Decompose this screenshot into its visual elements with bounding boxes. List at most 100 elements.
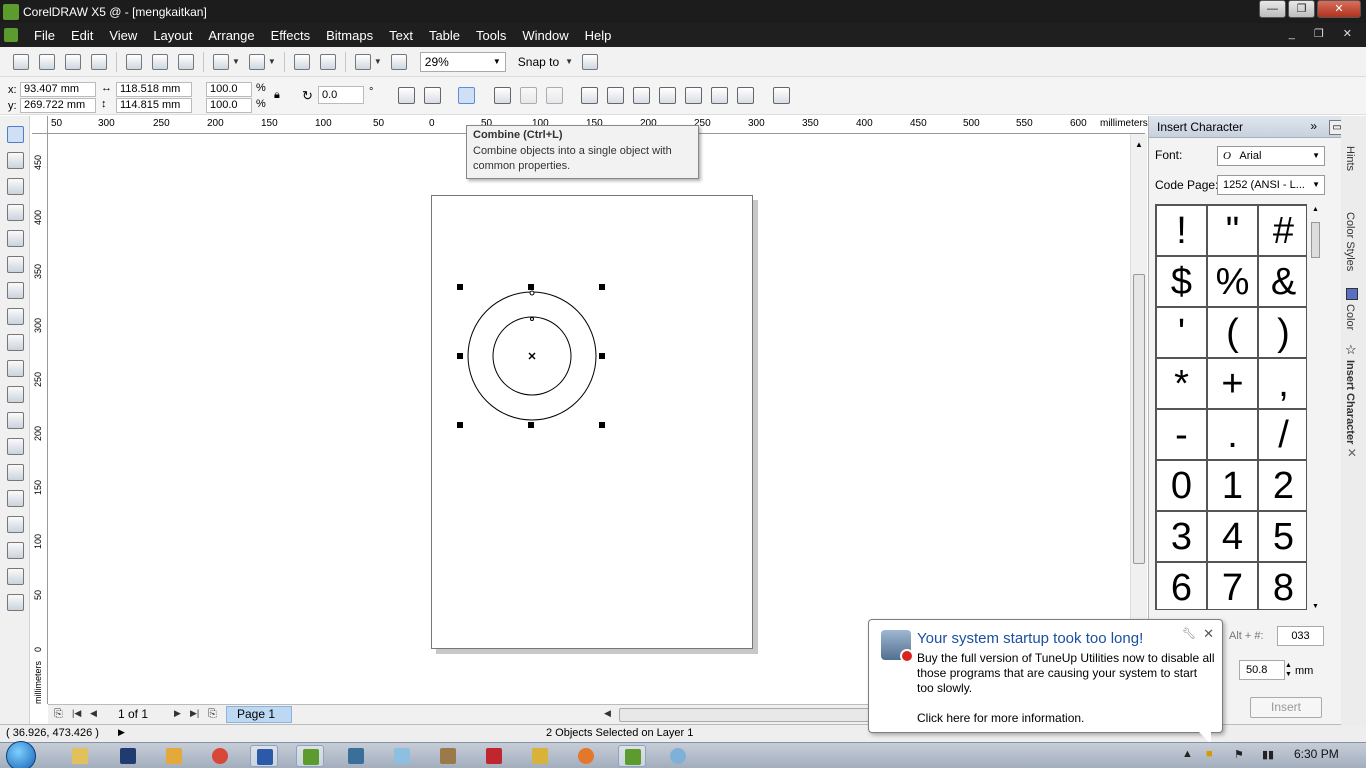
taskbar-notepad[interactable]	[388, 745, 416, 767]
close-icon[interactable]: ✕	[1203, 626, 1214, 642]
character-cell[interactable]: .	[1207, 409, 1258, 460]
character-grid[interactable]: ! " # $ % & ' ( ) * + , - . / 0 1 2 3 4 …	[1155, 204, 1307, 610]
coreldraw-icon	[625, 749, 641, 765]
taskbar-chrome[interactable]	[206, 745, 234, 767]
selection-handle[interactable]	[599, 422, 605, 428]
character-cell[interactable]: +	[1207, 358, 1258, 409]
previous-page-icon[interactable]: ◀	[90, 708, 97, 719]
character-cell[interactable]: 8	[1258, 562, 1306, 609]
character-cell[interactable]: %	[1207, 256, 1258, 307]
combine-tooltip: Combine (Ctrl+L) Combine objects into a …	[466, 125, 699, 179]
photoshop-icon	[120, 748, 136, 764]
start-button[interactable]	[6, 741, 36, 768]
character-cell[interactable]: "	[1207, 205, 1258, 256]
tab-color-styles[interactable]: Color Styles	[1344, 212, 1356, 271]
options-icon[interactable]: 🔧︎	[1182, 627, 1196, 640]
tooltip-body: Combine objects into a single object wit…	[473, 145, 672, 172]
character-cell[interactable]: 3	[1156, 511, 1207, 562]
close-tab-icon[interactable]: ✕	[1347, 446, 1357, 460]
node-handle[interactable]	[530, 317, 534, 321]
character-cell[interactable]: )	[1258, 307, 1306, 358]
selection-handle[interactable]	[528, 284, 534, 290]
add-page-before-icon[interactable]: ⎘	[54, 708, 63, 721]
page-tab[interactable]: Page 1	[226, 706, 292, 723]
scroll-left-icon[interactable]: ◀	[604, 708, 611, 719]
network-icon[interactable]: ▮▮	[1262, 748, 1274, 761]
character-cell[interactable]: 2	[1258, 460, 1306, 511]
selection-handle[interactable]	[457, 422, 463, 428]
scroll-down-icon[interactable]: ▼	[1312, 603, 1319, 610]
chevron-down-icon: ▼	[1312, 180, 1320, 189]
tuneup-notification-balloon[interactable]: Your system startup took too long! Buy t…	[868, 619, 1223, 744]
character-cell[interactable]: 7	[1207, 562, 1258, 609]
selection-handle[interactable]	[528, 422, 534, 428]
docker-header: Insert Character »	[1149, 116, 1341, 138]
taskbar-editor[interactable]	[526, 745, 554, 767]
last-page-icon[interactable]: ▶|	[190, 708, 199, 719]
taskbar-firefox[interactable]	[572, 745, 600, 767]
selection-handle[interactable]	[457, 353, 463, 359]
character-grid-scrollbar[interactable]: ▲ ▼	[1309, 204, 1323, 610]
taskbar-explorer[interactable]	[66, 745, 94, 767]
taskbar-flash[interactable]	[480, 745, 508, 767]
character-cell[interactable]: #	[1258, 205, 1306, 256]
tuneup-tray-icon[interactable]: ■	[1206, 748, 1213, 760]
app-icon	[348, 748, 364, 764]
color-swatch-icon	[1346, 288, 1358, 300]
selection-handle[interactable]	[599, 353, 605, 359]
center-marker[interactable]	[528, 352, 536, 360]
expand-docker-icon[interactable]: »	[1310, 119, 1317, 133]
action-center-icon[interactable]: ⚑	[1234, 748, 1244, 761]
character-cell[interactable]: ,	[1258, 358, 1306, 409]
notification-link[interactable]: Click here for more information.	[917, 711, 1084, 725]
scroll-up-icon[interactable]: ▲	[1135, 140, 1143, 149]
tuneup-icon	[881, 630, 914, 663]
paint-icon	[670, 748, 686, 764]
tab-color[interactable]: Color	[1344, 304, 1356, 330]
notification-body: Buy the full version of TuneUp Utilities…	[917, 651, 1215, 695]
show-hidden-icons[interactable]: ▲	[1182, 748, 1193, 760]
scrollbar-thumb[interactable]	[1311, 222, 1320, 258]
character-cell[interactable]: -	[1156, 409, 1207, 460]
node-handle[interactable]	[529, 290, 535, 296]
character-cell[interactable]: 0	[1156, 460, 1207, 511]
add-page-after-icon[interactable]: ⎘	[208, 708, 217, 721]
character-cell[interactable]: 1	[1207, 460, 1258, 511]
scroll-up-icon[interactable]: ▲	[1312, 206, 1319, 213]
tab-hints[interactable]: Hints	[1344, 146, 1356, 171]
character-cell[interactable]: 6	[1156, 562, 1207, 609]
character-cell[interactable]: &	[1258, 256, 1306, 307]
size-spinner-icon[interactable]: ▲ ▼	[1285, 661, 1292, 679]
next-page-icon[interactable]: ▶	[174, 708, 181, 719]
selection-handle[interactable]	[457, 284, 463, 290]
character-cell[interactable]: (	[1207, 307, 1258, 358]
font-select[interactable]: O Arial ▼	[1217, 146, 1325, 166]
taskbar-word[interactable]	[250, 745, 278, 767]
character-cell[interactable]: /	[1258, 409, 1306, 460]
horizontal-scrollbar[interactable]	[619, 708, 869, 722]
expand-status-icon[interactable]: ▶	[118, 727, 125, 738]
character-cell[interactable]: *	[1156, 358, 1207, 409]
character-cell[interactable]: 4	[1207, 511, 1258, 562]
system-clock[interactable]: 6:30 PM	[1294, 747, 1339, 761]
size-unit: mm	[1295, 665, 1314, 677]
character-cell[interactable]: !	[1156, 205, 1207, 256]
taskbar-coreldraw[interactable]	[296, 745, 324, 767]
character-size-field[interactable]: 50.8	[1239, 660, 1285, 680]
taskbar-app[interactable]	[342, 745, 370, 767]
character-code-field[interactable]: 033	[1277, 626, 1324, 646]
taskbar-photoshop[interactable]	[114, 745, 142, 767]
insert-button[interactable]: Insert	[1250, 697, 1322, 718]
character-cell[interactable]: 5	[1258, 511, 1306, 562]
taskbar-paint[interactable]	[664, 745, 692, 767]
code-page-select[interactable]: 1252 (ANSI - L... ▼	[1217, 175, 1325, 195]
selection-handle[interactable]	[599, 284, 605, 290]
character-cell[interactable]: '	[1156, 307, 1207, 358]
tab-insert-character[interactable]: Insert Character	[1344, 360, 1356, 444]
character-cell[interactable]: $	[1156, 256, 1207, 307]
first-page-icon[interactable]: |◀	[72, 708, 81, 719]
taskbar-tools[interactable]	[434, 745, 462, 767]
scrollbar-thumb[interactable]	[1133, 274, 1145, 564]
taskbar-pencil-app[interactable]	[160, 745, 188, 767]
taskbar-coreldraw-window[interactable]	[618, 745, 646, 767]
